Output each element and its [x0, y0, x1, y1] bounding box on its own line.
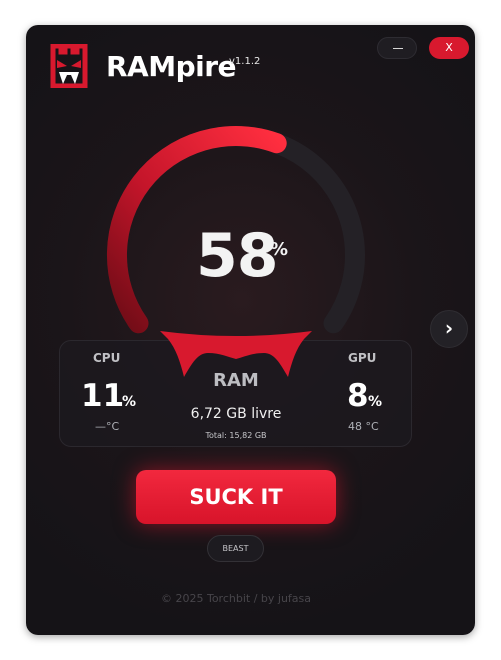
suck-it-button[interactable]: SUCK IT: [136, 470, 336, 524]
ram-label: RAM: [213, 370, 259, 391]
cpu-usage-value: 11: [81, 378, 125, 414]
ram-usage-percent-unit: %: [270, 239, 289, 260]
gpu-temperature: 48 °C: [348, 420, 379, 433]
beast-mode-button[interactable]: BEAST: [207, 535, 264, 562]
next-page-button[interactable]: ›: [430, 310, 468, 348]
cpu-temperature: —°C: [95, 420, 120, 433]
cpu-label: CPU: [93, 351, 121, 365]
gpu-usage-value: 8: [347, 378, 369, 414]
app-window: RAMpire v1.1.2 X 58 % CPU 11 % —°C GPU 8…: [26, 25, 475, 635]
gpu-label: GPU: [348, 351, 377, 365]
cpu-usage-unit: %: [122, 394, 137, 410]
gpu-usage-unit: %: [368, 394, 383, 410]
ram-total: Total: 15,82 GB: [205, 431, 267, 440]
footer-credits: © 2025 Torchbit / by jufasa: [160, 592, 312, 605]
ram-free: 6,72 GB livre: [190, 406, 282, 422]
ram-usage-percent: 58: [196, 221, 278, 291]
